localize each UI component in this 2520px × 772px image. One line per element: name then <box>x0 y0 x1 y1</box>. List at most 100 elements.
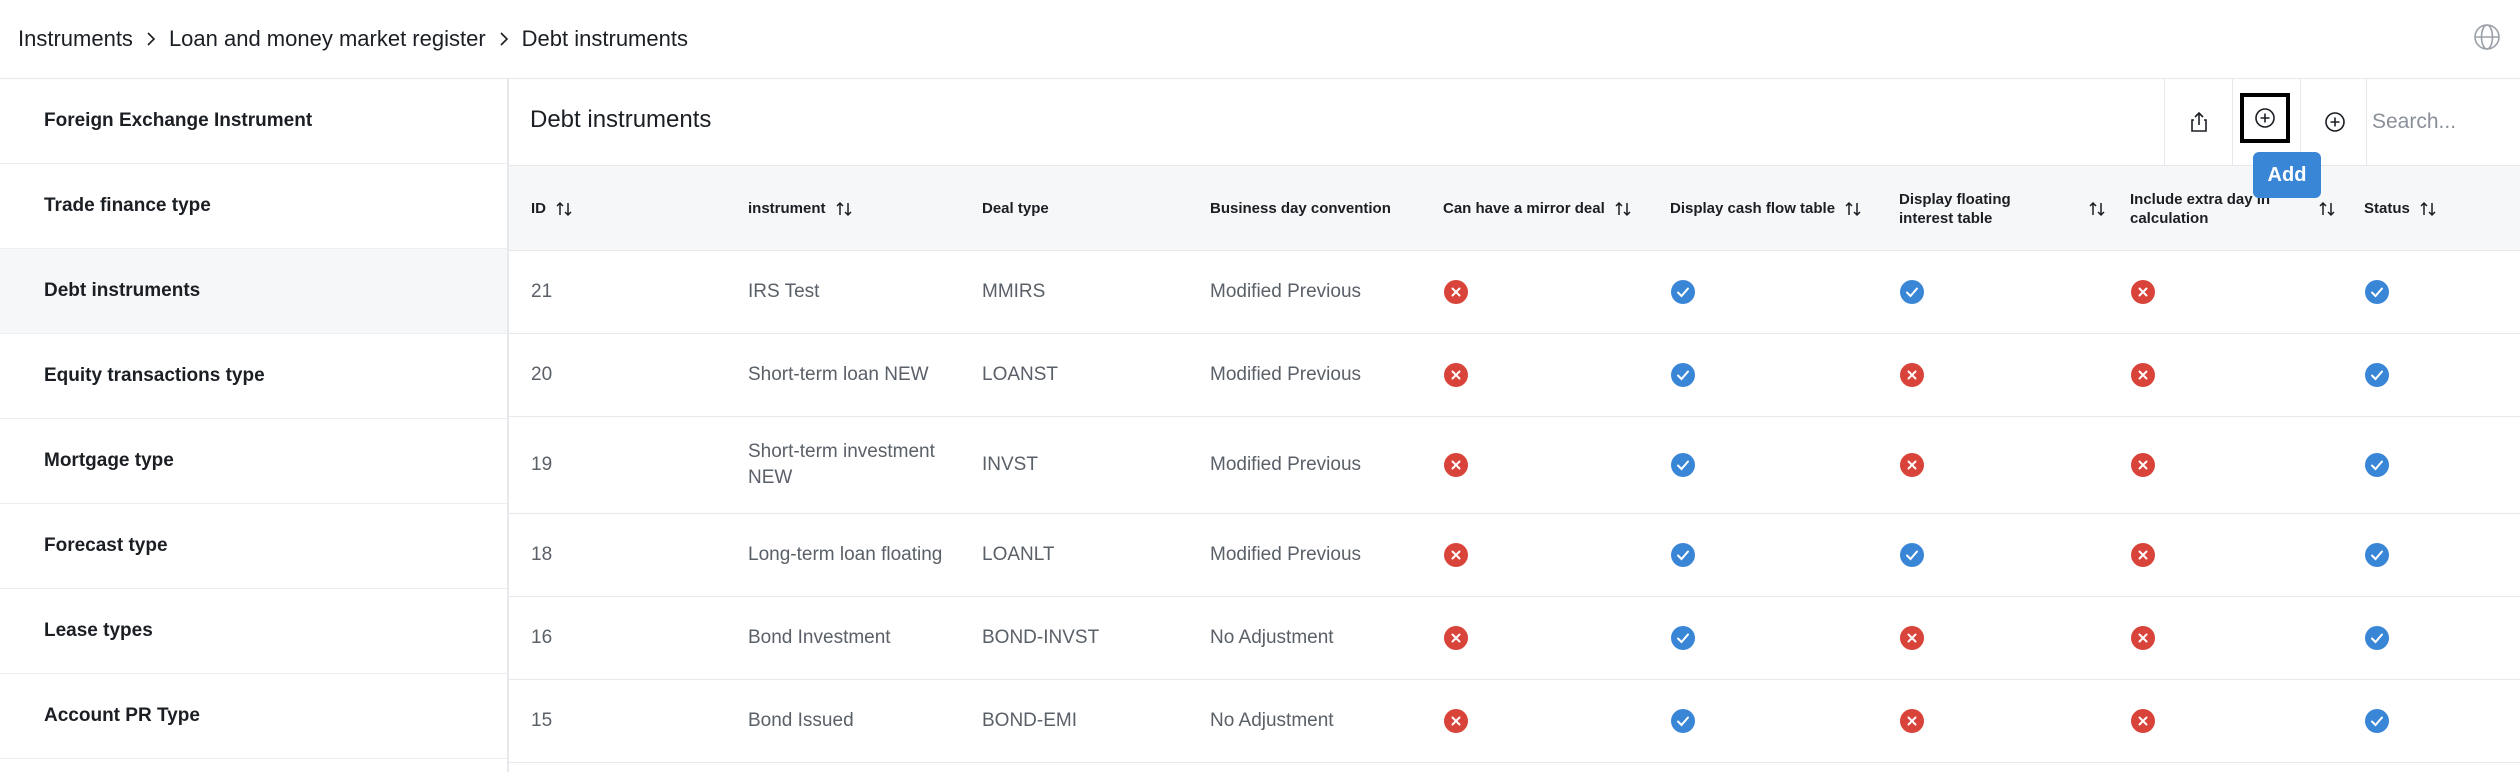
table-row[interactable]: 16 Bond Investment BOND-INVST No Adjustment <box>509 597 2520 680</box>
sort-icon <box>556 201 572 216</box>
cell-status <box>2365 597 2389 679</box>
sidebar-item-label: Foreign Exchange Instrument <box>44 110 313 131</box>
cell-cashflow <box>1671 334 1695 416</box>
cell-instrument: Bond Investment <box>748 627 891 648</box>
table-row[interactable]: 20 Short-term loan NEW LOANST Modified Prev… <box>509 334 2520 417</box>
table-row[interactable]: 21 IRS Test MMIRS Modified Previous <box>509 251 2520 334</box>
cell-deal-type: LOANLT <box>982 544 1055 565</box>
cell-instrument: Bond Issued <box>748 710 854 731</box>
column-header-status[interactable]: Status <box>2364 166 2438 251</box>
table-row[interactable]: 18 Long-term loan floating LOANLT Modified … <box>509 514 2520 597</box>
sidebar-item-debt-instruments[interactable]: Debt instruments <box>0 249 507 334</box>
cell-bdc: No Adjustment <box>1210 710 1334 731</box>
column-header-instrument[interactable]: instrument <box>748 166 854 251</box>
cell-floating <box>1900 251 1924 333</box>
sort-icon <box>2420 201 2436 216</box>
column-header-business-day-convention[interactable]: Business day convention <box>1210 166 1391 251</box>
main-header: Debt instruments <box>509 79 2520 166</box>
x-circle-icon <box>2131 543 2155 567</box>
cell-instrument: Short-term loan NEW <box>748 364 929 385</box>
cell-deal-type: BOND-INVST <box>982 627 1100 648</box>
check-circle-icon <box>2365 453 2389 477</box>
sidebar-item-mortgage[interactable]: Mortgage type <box>0 419 507 504</box>
cell-bdc: Modified Previous <box>1210 454 1362 475</box>
column-header-mirror-deal[interactable]: Can have a mirror deal <box>1443 166 1633 251</box>
sidebar-item-label: Equity transactions type <box>44 365 265 386</box>
cell-mirror <box>1444 417 1468 513</box>
column-header-id[interactable]: ID <box>531 166 574 251</box>
cell-id: 21 <box>531 281 553 302</box>
sidebar-item-equity-transactions[interactable]: Equity transactions type <box>0 334 507 419</box>
check-circle-icon <box>1671 709 1695 733</box>
cell-mirror <box>1444 597 1468 679</box>
cell-instrument: Long-term loan floating <box>748 544 943 565</box>
x-circle-icon <box>1444 709 1468 733</box>
sidebar-item-label: Lease types <box>44 620 153 641</box>
x-circle-icon <box>1444 363 1468 387</box>
check-circle-icon <box>1900 280 1924 304</box>
check-circle-icon <box>2365 280 2389 304</box>
share-icon <box>2190 111 2207 132</box>
breadcrumb: Instruments Loan and money market regist… <box>18 26 688 52</box>
check-circle-icon <box>2365 543 2389 567</box>
x-circle-icon <box>2131 709 2155 733</box>
column-header-extra-day[interactable]: Include extra day in calculation <box>2130 166 2355 251</box>
x-circle-icon <box>1444 280 1468 304</box>
plus-circle-icon <box>2324 112 2345 132</box>
sidebar-item-account-pr[interactable]: Account PR Type <box>0 674 507 759</box>
sort-icon <box>835 201 852 216</box>
sidebar-item-lease[interactable]: Lease types <box>0 589 507 674</box>
cell-status <box>2365 334 2389 416</box>
breadcrumb-item-loan-register[interactable]: Loan and money market register <box>169 26 486 52</box>
chevron-right-icon <box>496 31 512 47</box>
cell-extraday <box>2131 417 2155 513</box>
search-input[interactable] <box>2366 79 2520 165</box>
cell-floating <box>1900 417 1924 513</box>
sidebar-item-label: Mortgage type <box>44 450 174 471</box>
cell-extraday <box>2131 680 2155 762</box>
cell-id: 20 <box>531 364 553 385</box>
sidebar-item-foreign-exchange[interactable]: Foreign Exchange Instrument <box>0 79 507 164</box>
sort-icon <box>1615 201 1631 216</box>
check-circle-icon <box>1671 543 1695 567</box>
cell-deal-type: LOANST <box>982 364 1059 385</box>
cell-floating <box>1900 514 1924 596</box>
x-circle-icon <box>1900 453 1924 477</box>
cell-bdc: Modified Previous <box>1210 281 1362 302</box>
check-circle-icon <box>2365 709 2389 733</box>
column-header-deal-type[interactable]: Deal type <box>982 166 1049 251</box>
sidebar-item-trade-finance[interactable]: Trade finance type <box>0 164 507 249</box>
breadcrumb-item-instruments[interactable]: Instruments <box>18 26 133 52</box>
cell-id: 15 <box>531 710 553 731</box>
check-circle-icon <box>1671 280 1695 304</box>
column-header-cash-flow[interactable]: Display cash flow table <box>1670 166 1863 251</box>
cell-floating <box>1900 334 1924 416</box>
sidebar-item-forecast[interactable]: Forecast type <box>0 504 507 589</box>
sort-icon <box>2089 201 2105 216</box>
cell-id: 18 <box>531 544 553 565</box>
cell-floating <box>1900 597 1924 679</box>
table-row[interactable]: 19 Short-term investment NEW INVST Modified… <box>509 417 2520 514</box>
sidebar-item-label: Forecast type <box>44 535 168 556</box>
table-row[interactable]: 15 Bond Issued BOND-EMI No Adjustment <box>509 680 2520 763</box>
check-circle-icon <box>1671 363 1695 387</box>
x-circle-icon <box>1444 453 1468 477</box>
table-header: ID instrument Deal type Business day con… <box>509 166 2520 251</box>
cell-instrument: IRS Test <box>748 281 820 302</box>
cell-status <box>2365 417 2389 513</box>
cell-extraday <box>2131 514 2155 596</box>
sidebar-item-label: Trade finance type <box>44 195 211 216</box>
cell-bdc: Modified Previous <box>1210 544 1362 565</box>
cell-mirror <box>1444 334 1468 416</box>
export-button[interactable] <box>2164 79 2232 165</box>
cell-cashflow <box>1671 514 1695 596</box>
globe-icon[interactable] <box>2472 22 2502 52</box>
x-circle-icon <box>1900 709 1924 733</box>
column-header-floating-interest[interactable]: Display floating interest table <box>1899 166 2124 251</box>
cell-extraday <box>2131 251 2155 333</box>
sidebar: Foreign Exchange Instrument Trade financ… <box>0 79 509 772</box>
cell-id: 16 <box>531 627 553 648</box>
check-circle-icon <box>2365 626 2389 650</box>
x-circle-icon <box>1444 626 1468 650</box>
add-button[interactable] <box>2240 93 2290 143</box>
